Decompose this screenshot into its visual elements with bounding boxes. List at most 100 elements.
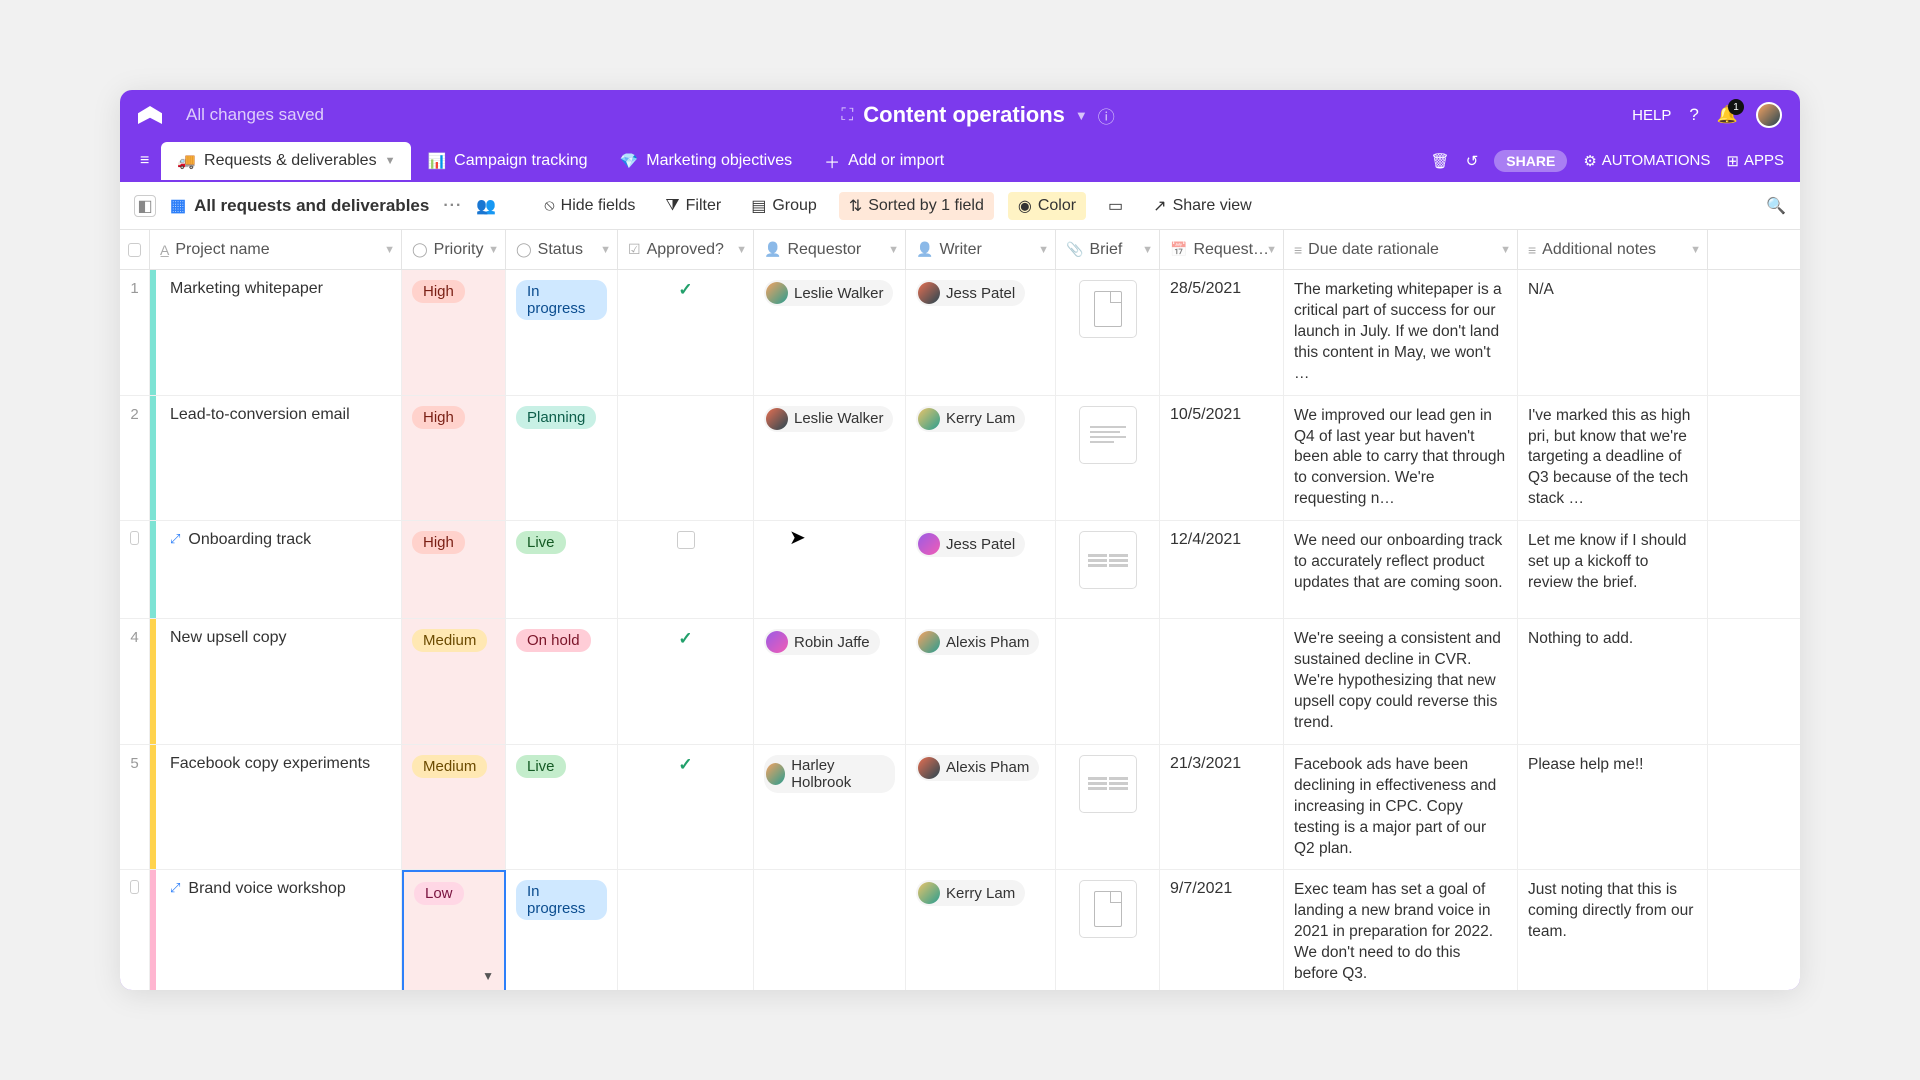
cell-requestor[interactable]: Robin Jaffe: [754, 619, 906, 744]
row-index[interactable]: [120, 870, 150, 990]
tab-marketing[interactable]: 💎 Marketing objectives: [604, 142, 809, 180]
cell-approved[interactable]: ✓: [618, 619, 754, 744]
cell-rationale[interactable]: We improved our lead gen in Q4 of last y…: [1284, 396, 1518, 521]
cell-notes[interactable]: Nothing to add.: [1518, 619, 1708, 744]
cell-writer[interactable]: Alexis Pham: [906, 619, 1056, 744]
sort-button[interactable]: ⇅ Sorted by 1 field: [839, 192, 994, 220]
cell-date[interactable]: 28/5/2021: [1160, 270, 1284, 395]
cell-approved[interactable]: ✓: [618, 745, 754, 870]
cell-notes[interactable]: Let me know if I should set up a kickoff…: [1518, 521, 1708, 618]
cell-requestor[interactable]: Leslie Walker: [754, 396, 906, 521]
logo-icon[interactable]: [138, 106, 162, 124]
chevron-down-icon[interactable]: ▼: [482, 969, 494, 983]
cell-writer[interactable]: Jess Patel: [906, 521, 1056, 618]
view-name[interactable]: ▦ All requests and deliverables: [170, 196, 429, 216]
cell-notes[interactable]: Please help me!!: [1518, 745, 1708, 870]
checkbox[interactable]: [677, 531, 695, 549]
sidebar-toggle-icon[interactable]: ◧: [134, 195, 156, 217]
notification-icon[interactable]: 🔔1: [1717, 105, 1738, 125]
cell-status[interactable]: Live: [506, 521, 618, 618]
cell-writer[interactable]: Kerry Lam: [906, 870, 1056, 990]
table-row[interactable]: 2 Lead-to-conversion email High Planning…: [120, 396, 1800, 522]
cell-project[interactable]: New upsell copy: [156, 619, 402, 744]
table-row[interactable]: 1 Marketing whitepaper High In progress …: [120, 270, 1800, 396]
cell-status[interactable]: On hold: [506, 619, 618, 744]
tab-requests[interactable]: 🚚 Requests & deliverables ▼: [161, 142, 411, 180]
cell-rationale[interactable]: Exec team has set a goal of landing a ne…: [1284, 870, 1518, 990]
person-chip[interactable]: Leslie Walker: [764, 406, 893, 432]
group-button[interactable]: ▤Group: [743, 192, 825, 220]
cell-priority[interactable]: Low▼: [402, 870, 506, 990]
cell-requestor[interactable]: [754, 870, 906, 990]
more-icon[interactable]: ···: [443, 197, 462, 215]
cell-requestor[interactable]: Leslie Walker: [754, 270, 906, 395]
cell-brief[interactable]: [1056, 870, 1160, 990]
cell-date[interactable]: [1160, 619, 1284, 744]
row-index[interactable]: 1: [120, 270, 150, 395]
share-view-button[interactable]: ↗Share view: [1145, 192, 1260, 220]
person-chip[interactable]: Robin Jaffe: [764, 629, 880, 655]
info-icon[interactable]: ⓘ: [1098, 103, 1115, 128]
col-date[interactable]: 📅Request…▼: [1160, 230, 1284, 269]
cell-requestor[interactable]: Harley Holbrook: [754, 745, 906, 870]
cell-status[interactable]: Planning: [506, 396, 618, 521]
cell-approved[interactable]: [618, 396, 754, 521]
row-index[interactable]: 5: [120, 745, 150, 870]
checkbox-header[interactable]: [120, 230, 150, 269]
row-height-icon[interactable]: ▭: [1100, 192, 1131, 220]
cell-project[interactable]: ⤢Onboarding track: [156, 521, 402, 618]
col-priority[interactable]: ◯Priority▼: [402, 230, 506, 269]
person-chip[interactable]: Alexis Pham: [916, 629, 1039, 655]
cell-project[interactable]: Facebook copy experiments: [156, 745, 402, 870]
table-row[interactable]: ⤢Brand voice workshop Low▼ In progress K…: [120, 870, 1800, 990]
col-writer[interactable]: 👤Writer▼: [906, 230, 1056, 269]
share-button[interactable]: SHARE: [1494, 150, 1567, 172]
row-checkbox[interactable]: [130, 880, 139, 894]
expand-icon[interactable]: ⤢: [170, 880, 180, 896]
row-checkbox[interactable]: [130, 531, 139, 545]
cell-date[interactable]: 10/5/2021: [1160, 396, 1284, 521]
cell-priority[interactable]: Medium: [402, 619, 506, 744]
cell-priority[interactable]: High: [402, 396, 506, 521]
cell-priority[interactable]: High: [402, 270, 506, 395]
cell-writer[interactable]: Jess Patel: [906, 270, 1056, 395]
cell-approved[interactable]: [618, 521, 754, 618]
cell-project[interactable]: ⤢Brand voice workshop: [156, 870, 402, 990]
chevron-down-icon[interactable]: ▼: [384, 244, 395, 256]
cell-status[interactable]: Live: [506, 745, 618, 870]
person-chip[interactable]: Kerry Lam: [916, 406, 1025, 432]
color-button[interactable]: ◉ Color: [1008, 192, 1086, 220]
history-icon[interactable]: ↺: [1466, 152, 1479, 170]
row-index[interactable]: 2: [120, 396, 150, 521]
help-link[interactable]: HELP: [1632, 107, 1671, 124]
hamburger-icon[interactable]: ≡: [128, 144, 161, 178]
chevron-down-icon[interactable]: ▼: [1075, 108, 1088, 123]
cell-priority[interactable]: High: [402, 521, 506, 618]
expand-icon[interactable]: ⤢: [170, 531, 180, 547]
cell-brief[interactable]: [1056, 270, 1160, 395]
hide-fields-button[interactable]: ⦸Hide fields: [536, 193, 643, 219]
cell-date[interactable]: 21/3/2021: [1160, 745, 1284, 870]
col-brief[interactable]: 📎Brief▼: [1056, 230, 1160, 269]
table-row[interactable]: 4 New upsell copy Medium On hold ✓ Robin…: [120, 619, 1800, 745]
trash-icon[interactable]: 🗑: [1431, 152, 1450, 170]
person-chip[interactable]: Harley Holbrook: [764, 755, 895, 793]
cell-notes[interactable]: I've marked this as high pri, but know t…: [1518, 396, 1708, 521]
user-avatar[interactable]: [1756, 102, 1782, 128]
tab-campaign[interactable]: 📊 Campaign tracking: [411, 142, 603, 180]
col-requestor[interactable]: 👤Requestor▼: [754, 230, 906, 269]
help-icon[interactable]: ?: [1689, 105, 1698, 125]
collaborators-icon[interactable]: 👥: [476, 196, 496, 216]
cell-approved[interactable]: [618, 870, 754, 990]
cell-rationale[interactable]: We're seeing a consistent and sustained …: [1284, 619, 1518, 744]
col-rationale[interactable]: ≡Due date rationale▼: [1284, 230, 1518, 269]
cell-priority[interactable]: Medium: [402, 745, 506, 870]
chevron-down-icon[interactable]: ▼: [385, 155, 396, 167]
col-project[interactable]: A̲Project name▼: [150, 230, 402, 269]
cell-writer[interactable]: Alexis Pham: [906, 745, 1056, 870]
cell-project[interactable]: Marketing whitepaper: [156, 270, 402, 395]
cell-status[interactable]: In progress: [506, 270, 618, 395]
base-title[interactable]: Content operations: [863, 102, 1065, 128]
cell-status[interactable]: In progress: [506, 870, 618, 990]
automations-button[interactable]: ⚙AUTOMATIONS: [1583, 152, 1710, 170]
